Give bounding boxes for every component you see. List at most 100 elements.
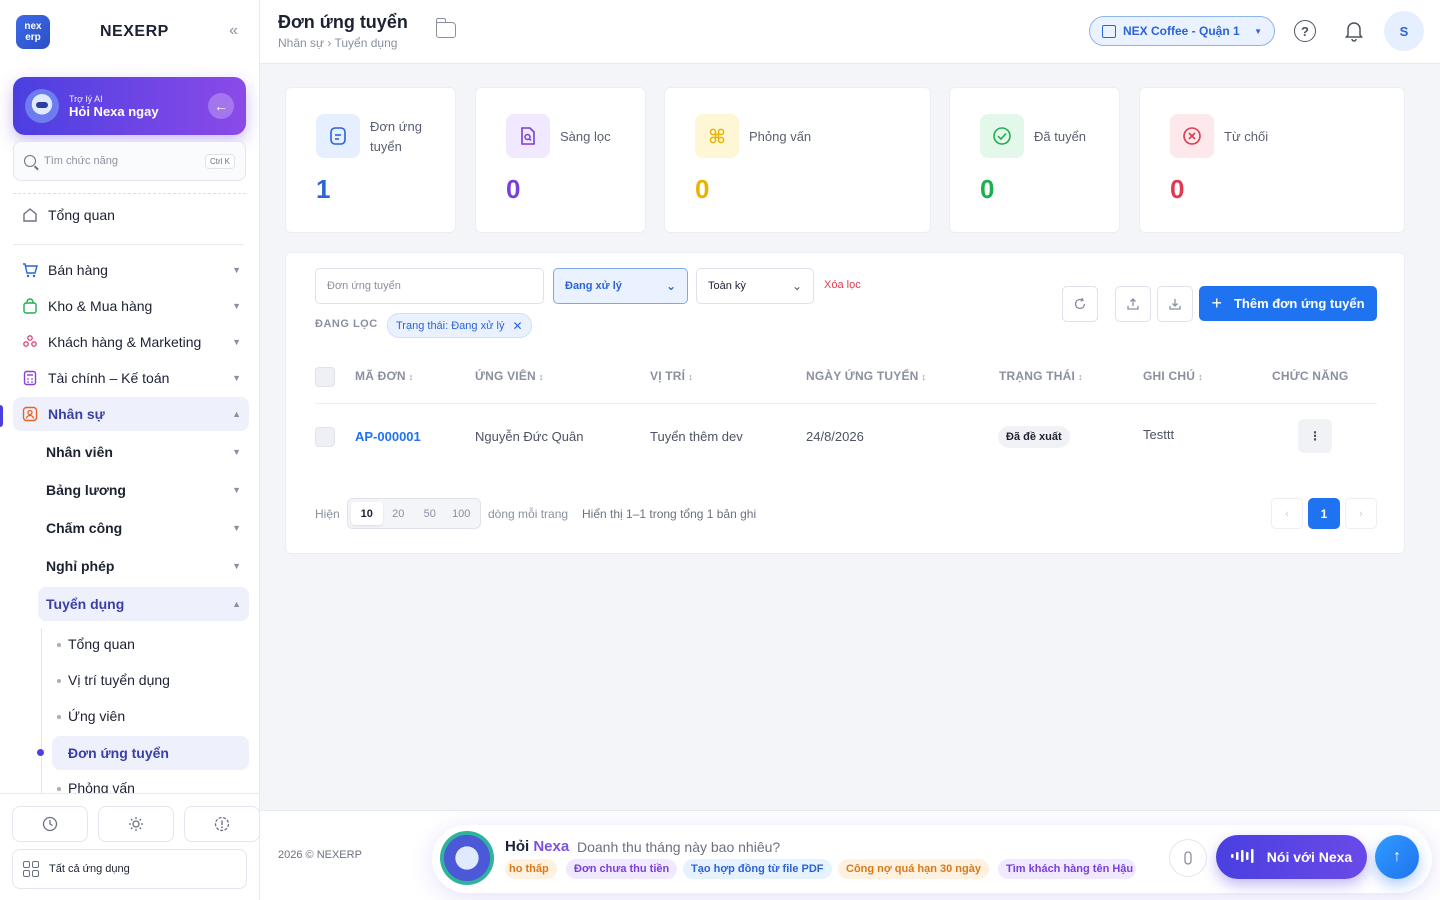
nav-overview[interactable]: Tổng quan	[13, 198, 249, 232]
all-apps-label: Tất cả ứng dụng	[49, 863, 130, 875]
col-date[interactable]: NGÀY ỨNG TUYỂN ↕	[806, 369, 926, 383]
user-avatar[interactable]: S	[1384, 11, 1424, 51]
application-search-input[interactable]	[315, 268, 544, 304]
col-position[interactable]: VỊ TRÍ ↕	[650, 369, 693, 383]
nav-payroll-label: Bảng lương	[46, 482, 126, 498]
select-all-checkbox[interactable]	[315, 367, 335, 387]
caret-down-icon: ▼	[232, 447, 241, 457]
caret-down-icon: ▼	[232, 561, 241, 571]
store-selector[interactable]: NEX Coffee - Quận 1 ▼	[1089, 16, 1275, 46]
clear-filter-link[interactable]: Xóa lọc	[824, 279, 861, 291]
collapse-sidebar-icon[interactable]: «	[229, 22, 238, 40]
history-button[interactable]	[12, 806, 88, 842]
suggestion-chip[interactable]: Tìm khách hàng tên Hậu	[998, 859, 1136, 879]
suggestion-chip[interactable]: Công nợ quá hạn 30 ngày	[838, 859, 989, 879]
suggestion-chip[interactable]: Đơn chưa thu tiền	[566, 859, 678, 879]
status-filter-value: Đang xử lý	[565, 280, 622, 292]
nav-recruitment[interactable]: Tuyển dụng ▲	[38, 587, 249, 621]
send-arrow-icon[interactable]: ↑	[1375, 835, 1419, 879]
nav-hr[interactable]: Nhân sự ▲	[13, 397, 249, 431]
row-checkbox[interactable]	[315, 427, 335, 447]
page-size-10[interactable]: 10	[351, 502, 383, 525]
col-candidate[interactable]: ỨNG VIÊN ↕	[475, 369, 544, 383]
caret-down-icon: ▼	[232, 373, 241, 383]
page-size-100[interactable]: 100	[446, 502, 478, 525]
prev-page-button[interactable]: ‹	[1271, 498, 1303, 529]
page-size-20[interactable]: 20	[383, 502, 415, 525]
nav-candidates[interactable]: Ứng viên	[52, 700, 249, 732]
nav-sales[interactable]: Bán hàng ▼	[13, 253, 249, 287]
alert-button[interactable]	[184, 806, 260, 842]
nav-job-positions[interactable]: Vị trí tuyển dụng	[52, 664, 249, 696]
nav-payroll[interactable]: Bảng lương ▼	[38, 473, 249, 507]
file-search-icon	[506, 114, 550, 158]
nav-finance[interactable]: Tài chính – Kế toán ▼	[13, 361, 249, 395]
stat-applications[interactable]: Đơn ứng tuyển 1	[285, 87, 456, 233]
caret-down-icon: ▼	[232, 523, 241, 533]
cart-icon	[21, 261, 39, 279]
store-name: NEX Coffee - Quận 1	[1123, 24, 1240, 38]
stat-screening[interactable]: Sàng lọc 0	[475, 87, 646, 233]
stat-hired[interactable]: Đã tuyển 0	[949, 87, 1120, 233]
nav-leave[interactable]: Nghỉ phép ▼	[38, 549, 249, 583]
stat-rejected[interactable]: Từ chối 0	[1139, 87, 1405, 233]
nav-recruit-overview[interactable]: Tổng quan	[52, 628, 249, 660]
application-code-link[interactable]: AP-000001	[355, 429, 421, 444]
caret-up-icon: ▲	[232, 409, 241, 419]
function-search-input[interactable]	[44, 155, 194, 167]
nav-timekeeping[interactable]: Chấm công ▼	[38, 511, 249, 545]
stat-interview[interactable]: Phỏng vấn 0	[664, 87, 931, 233]
arrow-left-icon[interactable]: ←	[208, 93, 234, 119]
voice-wave-icon	[1230, 848, 1257, 866]
period-filter[interactable]: Toàn kỳ ⌄	[696, 268, 814, 304]
folder-icon[interactable]	[435, 18, 456, 38]
add-application-button[interactable]: + Thêm đơn ứng tuyển	[1199, 286, 1377, 321]
chevron-down-icon: ⌄	[665, 279, 676, 293]
nav-employees[interactable]: Nhân viên ▼	[38, 435, 249, 469]
all-apps-button[interactable]: Tất cả ứng dụng	[12, 849, 247, 889]
bell-icon[interactable]	[1344, 20, 1364, 42]
nexa-robot-icon	[440, 831, 494, 885]
topbar: Đơn ứng tuyển Nhân sự › Tuyển dụng NEX C…	[260, 0, 1440, 64]
export-button[interactable]	[1157, 286, 1193, 322]
next-page-button[interactable]: ›	[1345, 498, 1377, 529]
refresh-button[interactable]	[1062, 286, 1098, 322]
suggestion-chip[interactable]: ho thấp	[505, 859, 557, 879]
footer: 2026 © NEXERP Hỏi Nexa Doanh thu tháng n…	[260, 810, 1440, 900]
add-application-label: Thêm đơn ứng tuyển	[1233, 296, 1365, 311]
talk-label: Nói với Nexa	[1266, 849, 1353, 865]
ai-assistant-card[interactable]: Trợ lý AI Hỏi Nexa ngay ←	[13, 77, 246, 135]
close-icon[interactable]: ✕	[512, 319, 522, 333]
divider	[13, 244, 244, 245]
col-status[interactable]: TRẠNG THÁI ↕	[999, 369, 1083, 383]
caret-down-icon: ▼	[232, 337, 241, 347]
nav-customers-label: Khách hàng & Marketing	[48, 334, 202, 350]
suggestion-chip[interactable]: Tạo hợp đồng từ file PDF	[683, 859, 832, 879]
page-size-50[interactable]: 50	[414, 502, 446, 525]
page-1-button[interactable]: 1	[1308, 498, 1340, 529]
caret-down-icon: ▼	[232, 265, 241, 275]
row-menu-button[interactable]: ⋮	[1298, 419, 1332, 453]
theme-button[interactable]	[98, 806, 174, 842]
col-note[interactable]: GHI CHÚ ↕	[1143, 369, 1203, 383]
brand[interactable]: nex erp NEXERP «	[16, 14, 246, 50]
caret-down-icon: ▼	[232, 301, 241, 311]
nav-applications[interactable]: Đơn ứng tuyển	[52, 736, 249, 770]
talk-to-nexa-button[interactable]: Nói với Nexa	[1216, 835, 1367, 879]
help-icon[interactable]: ?	[1294, 20, 1316, 42]
col-actions: CHỨC NĂNG	[1272, 369, 1349, 383]
attach-icon[interactable]	[1169, 839, 1207, 877]
nexa-question-input[interactable]: Doanh thu tháng này bao nhiêu?	[577, 839, 780, 855]
col-code[interactable]: MÃ ĐƠN ↕	[355, 369, 413, 383]
position-name: Tuyển thêm dev	[650, 429, 743, 444]
import-button[interactable]	[1115, 286, 1151, 322]
sort-icon: ↕	[538, 372, 544, 382]
status-filter[interactable]: Đang xử lý ⌄	[553, 268, 688, 304]
breadcrumb[interactable]: Nhân sự › Tuyển dụng	[278, 36, 397, 50]
sort-icon: ↕	[1198, 372, 1203, 382]
nav-inventory[interactable]: Kho & Mua hàng ▼	[13, 289, 249, 323]
page-size-selector: 10 20 50 100	[347, 498, 481, 529]
nav-customers[interactable]: Khách hàng & Marketing ▼	[13, 325, 249, 359]
nexa-robot-icon	[25, 89, 59, 123]
apps-grid-icon	[23, 861, 39, 877]
